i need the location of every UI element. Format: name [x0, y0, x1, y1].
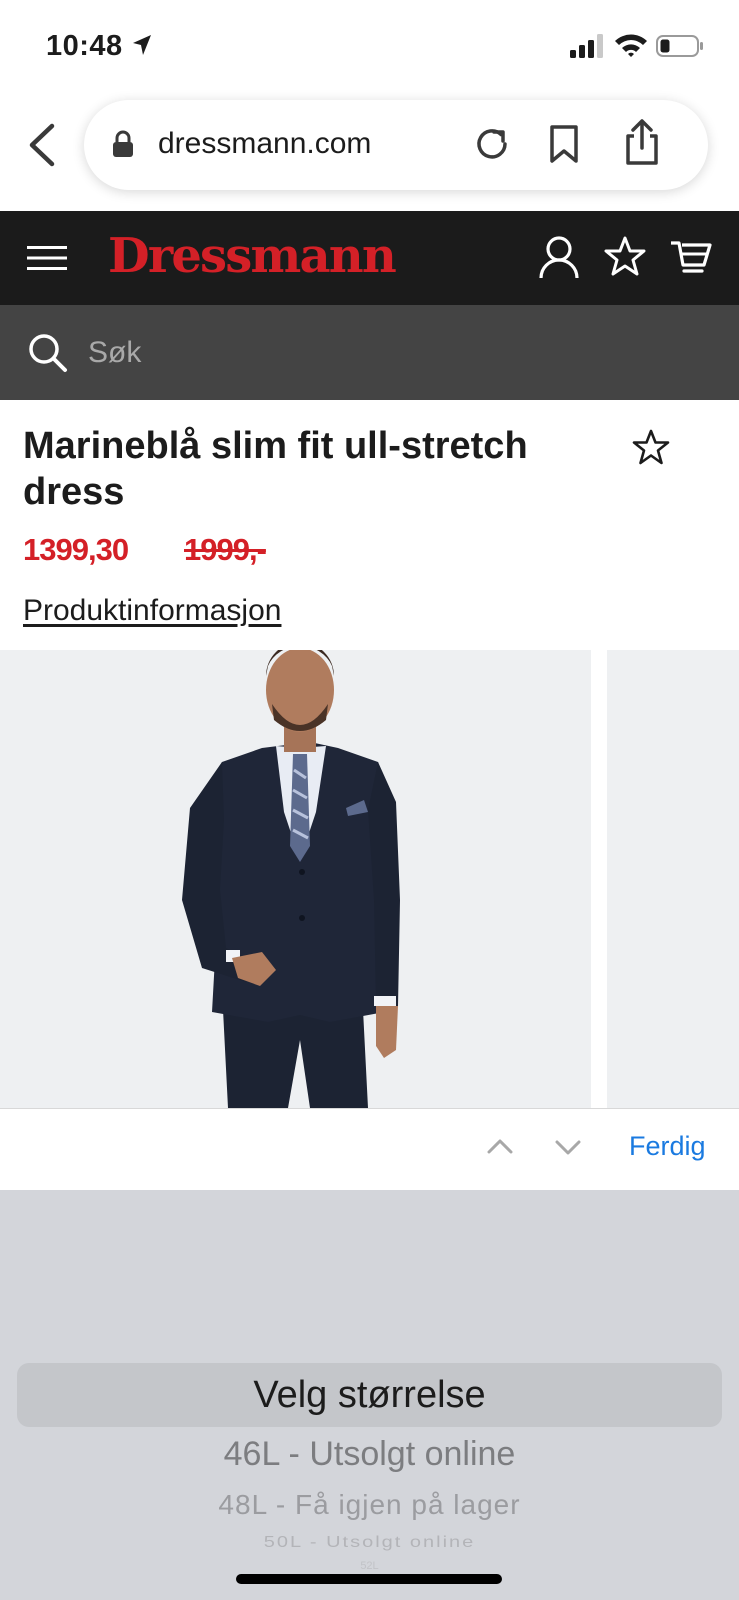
- sale-price: 1399,30: [23, 532, 129, 567]
- search-bar: [0, 305, 739, 400]
- cellular-signal-icon: [570, 34, 603, 58]
- search-icon[interactable]: [28, 333, 68, 373]
- address-bar[interactable]: dressmann.com: [84, 100, 708, 190]
- size-option[interactable]: 48L - Få igjen på lager: [0, 1489, 739, 1521]
- home-indicator[interactable]: [236, 1574, 502, 1584]
- product-image-carousel[interactable]: [0, 650, 739, 1108]
- size-option[interactable]: Velg størrelse: [0, 1374, 739, 1417]
- product-title: Marineblå slim fit ull-stretch dress: [23, 425, 528, 513]
- product-page: 10:48 dressmann.com Dressmann Søk Marine…: [0, 0, 739, 1600]
- dressmann-logo[interactable]: Dressmann: [108, 228, 397, 284]
- next-product-image-slide[interactable]: [607, 650, 739, 1108]
- url-text: dressmann.com: [158, 127, 372, 160]
- wifi-icon: [615, 34, 647, 57]
- original-price: 1999,-: [184, 532, 267, 567]
- reload-icon[interactable]: [472, 124, 512, 164]
- back-button[interactable]: [24, 122, 60, 168]
- browser-toolbar: dressmann.com: [0, 96, 739, 196]
- model-in-suit-image: [182, 650, 400, 1108]
- add-to-favorites-icon[interactable]: [632, 428, 670, 466]
- previous-field-chevron-up-icon[interactable]: [484, 1131, 516, 1163]
- user-account-icon[interactable]: [538, 235, 580, 279]
- picker-toolbar: Ferdig: [0, 1108, 739, 1190]
- size-option[interactable]: 50L - Utsolgt online: [0, 1533, 739, 1551]
- site-header: Dressmann: [0, 211, 739, 305]
- location-arrow-icon: [133, 35, 151, 55]
- status-time: 10:48: [46, 30, 123, 62]
- status-bar: 10:48: [0, 0, 739, 92]
- size-picker-wheel[interactable]: Velg størrelse 46L - Utsolgt online 48L …: [0, 1190, 739, 1600]
- lock-icon: [113, 130, 133, 157]
- favorites-star-icon[interactable]: [604, 235, 646, 277]
- shopping-cart-icon[interactable]: [670, 237, 712, 277]
- size-option[interactable]: 46L - Utsolgt online: [0, 1435, 739, 1474]
- battery-icon: [656, 35, 703, 57]
- size-option[interactable]: 52L: [0, 1560, 739, 1572]
- product-image-slide[interactable]: [0, 650, 591, 1108]
- product-information-link[interactable]: Produktinformasjon: [23, 594, 281, 628]
- next-field-chevron-down-icon[interactable]: [552, 1131, 584, 1163]
- done-button[interactable]: Ferdig: [629, 1131, 706, 1162]
- bookmark-icon[interactable]: [546, 124, 582, 164]
- menu-icon[interactable]: [27, 241, 67, 275]
- share-icon[interactable]: [622, 118, 662, 166]
- search-input[interactable]: [88, 331, 688, 375]
